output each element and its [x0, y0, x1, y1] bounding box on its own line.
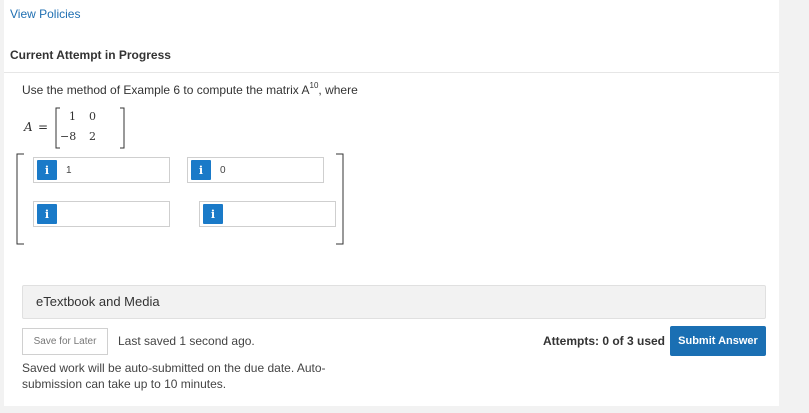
etextbook-media-panel[interactable]: eTextbook and Media	[22, 285, 766, 319]
matrix-cell-r2c1: −8	[60, 130, 77, 143]
answer-value: 1	[66, 164, 72, 176]
last-saved-status: Last saved 1 second ago.	[118, 334, 255, 348]
matrix-exponent: 10	[309, 81, 319, 90]
matrix-cell-r2c2: 2	[89, 130, 96, 143]
info-icon[interactable]: i	[191, 160, 211, 180]
attempt-status-title: Current Attempt in Progress	[10, 48, 171, 62]
equals-sign: =	[38, 120, 49, 134]
answer-input-r2c1[interactable]: i	[33, 201, 170, 227]
question-text: Use the method of Example 6 to compute t…	[22, 81, 358, 97]
save-for-later-button[interactable]: Save for Later	[22, 328, 108, 355]
info-icon[interactable]: i	[37, 160, 57, 180]
answer-input-r2c2[interactable]: i	[199, 201, 336, 227]
matrix-cell-r1c2: 0	[89, 110, 96, 123]
answer-input-r1c1[interactable]: i 1	[33, 157, 170, 183]
matrix-variable: A	[301, 83, 310, 97]
info-icon[interactable]: i	[203, 204, 223, 224]
question-text-after: , where	[318, 83, 358, 97]
attempts-counter: Attempts: 0 of 3 used	[543, 334, 666, 348]
matrix-cell-r1c1: 1	[69, 110, 76, 123]
divider	[4, 72, 779, 73]
question-text-before: Use the method of Example 6 to compute t…	[22, 83, 302, 97]
answer-value: 0	[220, 164, 226, 176]
info-icon[interactable]: i	[37, 204, 57, 224]
submit-answer-button[interactable]: Submit Answer	[670, 326, 766, 356]
answer-input-r1c2[interactable]: i 0	[187, 157, 324, 183]
auto-submit-note: Saved work will be auto-submitted on the…	[22, 361, 326, 391]
view-policies-link[interactable]: View Policies	[10, 7, 80, 21]
matrix-lhs: A	[24, 120, 33, 134]
